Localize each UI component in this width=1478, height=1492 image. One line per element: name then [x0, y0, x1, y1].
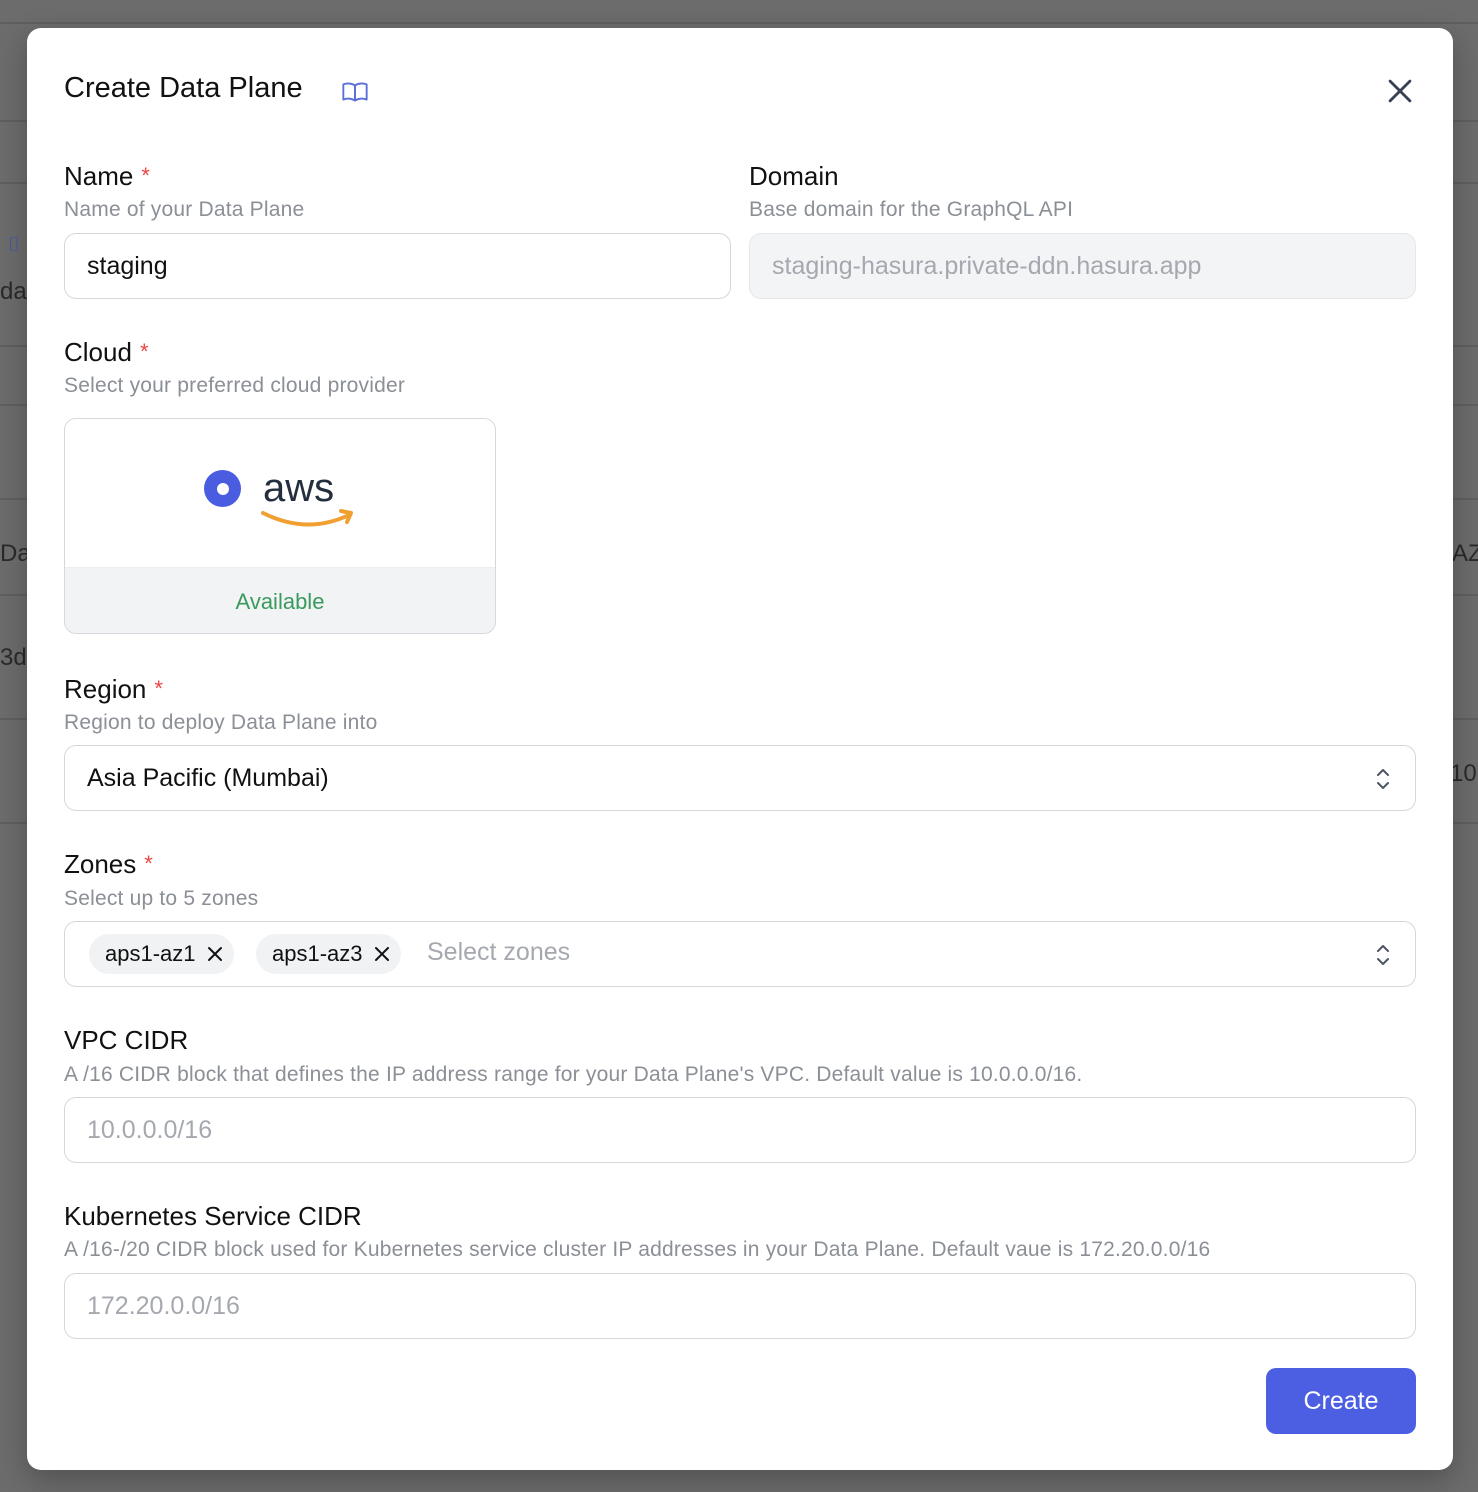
cloud-status: Available — [65, 567, 495, 633]
zones-label: Zones * — [64, 849, 153, 880]
book-open-icon[interactable] — [341, 78, 369, 106]
region-label-text: Region — [64, 674, 147, 704]
create-button[interactable]: Create — [1266, 1368, 1416, 1434]
vpc-cidr-hint: A /16 CIDR block that defines the IP add… — [64, 1063, 1083, 1086]
required-marker: * — [144, 851, 153, 876]
domain-input — [749, 233, 1416, 299]
zone-chip-label: aps1-az1 — [105, 941, 196, 966]
cloud-label-text: Cloud — [64, 337, 132, 367]
zones-multiselect[interactable]: aps1-az1 aps1-az3 Select zones — [64, 921, 1416, 987]
vpc-cidr-input[interactable] — [64, 1097, 1416, 1163]
remove-chip-icon[interactable] — [373, 945, 391, 963]
close-icon[interactable] — [1383, 74, 1417, 108]
k8s-cidr-label: Kubernetes Service CIDR — [64, 1201, 362, 1231]
bg-text-fragment: da — [0, 278, 27, 305]
required-marker: * — [139, 339, 149, 364]
cloud-label: Cloud * — [64, 337, 149, 368]
radio-selected-icon[interactable] — [204, 470, 241, 507]
required-marker: * — [141, 163, 150, 188]
chevron-up-down-icon — [1377, 769, 1389, 789]
bg-text-fragment: 3d — [0, 644, 27, 671]
domain-hint: Base domain for the GraphQL API — [749, 198, 1074, 221]
aws-logo-text: aws — [263, 466, 334, 510]
bg-text-fragment: AZ — [1452, 540, 1478, 567]
zone-chip: aps1-az3 — [256, 934, 401, 974]
cloud-option-aws[interactable]: aws Available — [64, 418, 496, 634]
aws-logo: aws — [261, 466, 353, 527]
zone-chip: aps1-az1 — [89, 934, 234, 974]
region-label: Region * — [64, 674, 163, 705]
zones-label-text: Zones — [64, 849, 137, 879]
bg-text-fragment: 10 — [1450, 760, 1477, 787]
k8s-cidr-input[interactable] — [64, 1273, 1416, 1339]
region-select[interactable]: Asia Pacific (Mumbai) — [64, 745, 1416, 811]
required-marker: * — [154, 676, 163, 701]
zone-chip-label: aps1-az3 — [272, 941, 363, 966]
name-label: Name * — [64, 161, 150, 192]
k8s-cidr-hint: A /16-/20 CIDR block used for Kubernetes… — [64, 1238, 1211, 1261]
region-hint: Region to deploy Data Plane into — [64, 711, 378, 734]
domain-label: Domain — [749, 161, 839, 191]
zones-placeholder[interactable]: Select zones — [427, 938, 570, 967]
name-hint: Name of your Data Plane — [64, 198, 305, 221]
vpc-cidr-label: VPC CIDR — [64, 1025, 189, 1055]
remove-chip-icon[interactable] — [206, 945, 224, 963]
book-open-icon: ⌷ — [8, 234, 20, 256]
dialog-title: Create Data Plane — [64, 72, 303, 104]
region-select-value: Asia Pacific (Mumbai) — [87, 764, 329, 792]
cloud-hint: Select your preferred cloud provider — [64, 374, 406, 397]
name-input[interactable] — [64, 233, 731, 299]
cloud-option-body: aws — [65, 419, 495, 567]
create-data-plane-dialog: Create Data Plane Name * Name of your Dat… — [27, 28, 1453, 1470]
chevron-up-down-icon — [1377, 945, 1389, 965]
name-label-text: Name — [64, 161, 134, 191]
zones-hint: Select up to 5 zones — [64, 887, 259, 910]
